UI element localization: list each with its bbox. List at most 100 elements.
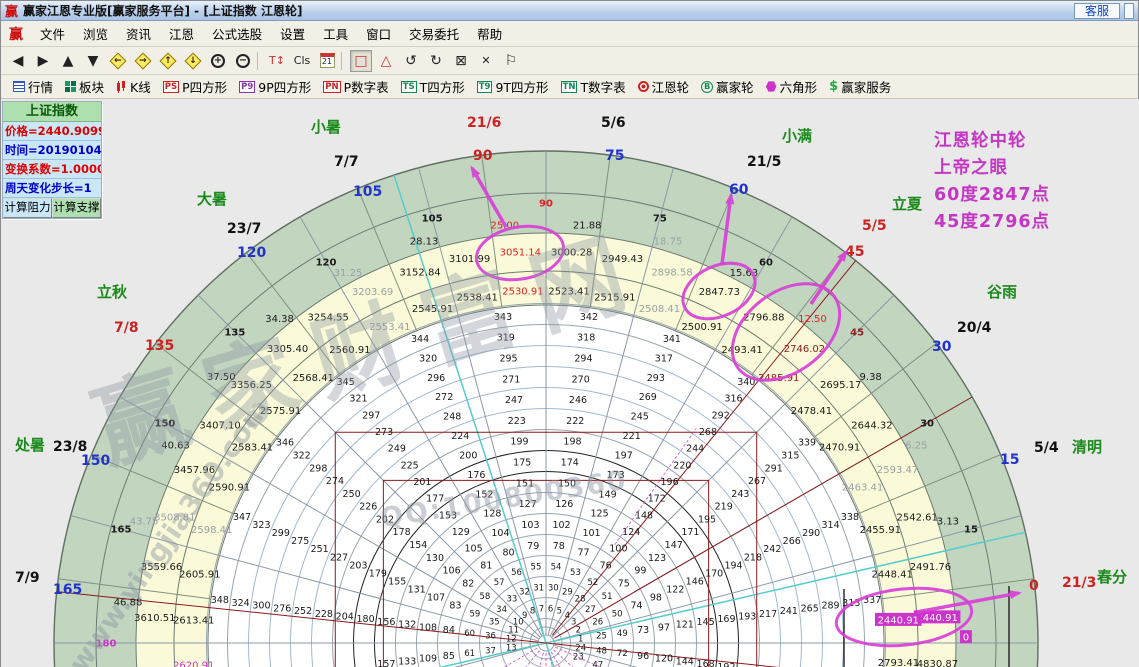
svg-text:175: 175 — [513, 458, 531, 469]
svg-text:81: 81 — [480, 560, 492, 571]
svg-text:179: 179 — [369, 568, 387, 579]
9p-square-view-button[interactable]: P9 9P四方形 — [235, 77, 315, 97]
svg-text:37: 37 — [485, 646, 496, 656]
svg-text:3457.96: 3457.96 — [174, 465, 215, 476]
quotes-view-button[interactable]: 行情 — [9, 77, 57, 97]
partial-button[interactable] — [1124, 2, 1134, 19]
calc-resistance-button[interactable]: 计算阻力 — [3, 198, 52, 218]
cls-button[interactable]: Cls — [291, 50, 313, 72]
9t-square-view-button[interactable]: T9 9T四方形 — [473, 77, 553, 97]
gann-wheel-view-button[interactable]: 江恩轮 — [634, 77, 694, 97]
svg-text:2605.91: 2605.91 — [179, 570, 220, 581]
svg-text:21/5: 21/5 — [747, 154, 781, 170]
t-range-button[interactable]: T↕ — [266, 50, 288, 72]
customer-service-button[interactable]: 客服 — [1073, 2, 1120, 19]
svg-text:26: 26 — [592, 618, 603, 628]
triangle-tool-button[interactable]: △ — [375, 50, 397, 72]
sectors-view-button[interactable]: 板块 — [61, 77, 108, 97]
square-tool-button[interactable]: □ — [350, 49, 372, 72]
svg-text:192: 192 — [717, 662, 735, 667]
winner-service-view-button[interactable]: $ 赢家服务 — [825, 77, 895, 97]
svg-text:130: 130 — [426, 553, 444, 564]
svg-text:2593.47: 2593.47 — [877, 465, 918, 476]
svg-text:339: 339 — [798, 438, 816, 449]
next-button[interactable]: ▶ — [32, 50, 54, 72]
svg-text:291: 291 — [765, 463, 783, 474]
svg-text:5/5: 5/5 — [862, 218, 887, 234]
svg-text:61: 61 — [464, 649, 475, 659]
svg-text:338: 338 — [841, 512, 859, 523]
x-box-button[interactable]: ⊠ — [450, 50, 472, 72]
p-square-view-button[interactable]: PS P四方形 — [159, 77, 231, 97]
rotate-cw-button[interactable]: ↻ — [425, 50, 447, 72]
svg-text:96: 96 — [637, 651, 649, 662]
calc-support-button[interactable]: 计算支撑 — [52, 198, 101, 218]
pin-button[interactable]: ⚐ — [500, 50, 522, 72]
panel-row-2: 时间=20190104 — [3, 141, 101, 160]
rotate-up-button[interactable]: ▲ — [57, 50, 79, 72]
svg-text:169: 169 — [717, 614, 735, 625]
rotate-ccw-button[interactable]: ↺ — [400, 50, 422, 72]
svg-text:2542.61: 2542.61 — [897, 512, 938, 523]
winner-wheel-view-button[interactable]: B 赢家轮 — [697, 77, 758, 97]
svg-text:153: 153 — [439, 510, 457, 521]
menu-item-8[interactable]: 窗口 — [357, 21, 400, 46]
diamond-down-button[interactable]: ↓ — [182, 50, 204, 72]
svg-text:344: 344 — [411, 334, 429, 345]
menu-item-6[interactable]: 设置 — [271, 21, 314, 46]
t-square-view-button[interactable]: TS T四方形 — [397, 77, 469, 97]
svg-text:59: 59 — [469, 610, 480, 620]
svg-text:219: 219 — [715, 502, 733, 513]
svg-text:299: 299 — [272, 528, 290, 539]
svg-text:2523.41: 2523.41 — [548, 286, 589, 297]
hexagon-view-button[interactable]: 六角形 — [762, 77, 822, 97]
svg-text:45: 45 — [845, 244, 864, 260]
svg-text:105: 105 — [422, 213, 443, 224]
menu-item-5[interactable]: 公式选股 — [203, 21, 271, 46]
kline-view-button[interactable]: K线 — [112, 77, 155, 97]
svg-text:清明: 清明 — [1072, 438, 1102, 456]
annotation-line: 上帝之眼 — [934, 158, 1008, 178]
analysis-annotation: 江恩轮中轮 上帝之眼 60度2847点 45度2796点 — [934, 128, 1050, 236]
svg-text:48: 48 — [596, 646, 607, 656]
svg-text:341: 341 — [663, 334, 681, 345]
svg-text:102: 102 — [552, 520, 570, 531]
svg-text:7/8: 7/8 — [114, 320, 139, 336]
menu-item-2[interactable]: 浏览 — [74, 21, 117, 46]
window-title: 赢家江恩专业版[赢家服务平台] - [上证指数 江恩轮] — [23, 4, 303, 18]
svg-text:120: 120 — [655, 654, 673, 665]
menu-item-9[interactable]: 交易委托 — [400, 21, 468, 46]
svg-text:274: 274 — [326, 476, 344, 487]
menu-item-4[interactable]: 江恩 — [160, 21, 203, 46]
svg-text:122: 122 — [666, 584, 684, 595]
svg-text:2898.58: 2898.58 — [651, 267, 692, 278]
svg-text:324: 324 — [232, 598, 250, 609]
svg-text:84: 84 — [443, 625, 455, 636]
svg-text:245: 245 — [631, 412, 649, 423]
svg-text:21/6: 21/6 — [467, 115, 501, 131]
svg-text:73: 73 — [637, 625, 649, 636]
menu-item-10[interactable]: 帮助 — [468, 21, 511, 46]
menu-item-7[interactable]: 工具 — [314, 21, 357, 46]
zoom-out-button[interactable]: − — [232, 50, 254, 72]
calendar-button[interactable]: 21 — [316, 50, 338, 72]
diamond-up-button[interactable]: ↑ — [157, 50, 179, 72]
svg-text:2583.41: 2583.41 — [232, 442, 273, 453]
diamond-right-button[interactable]: → — [132, 50, 154, 72]
rotate-down-button[interactable]: ▼ — [82, 50, 104, 72]
svg-text:2448.41: 2448.41 — [872, 570, 913, 581]
menu-item-1[interactable]: 文件 — [31, 21, 74, 46]
menu-item-3[interactable]: 资讯 — [117, 21, 160, 46]
collapse-button[interactable]: ✕ — [475, 50, 497, 72]
zoom-in-button[interactable]: + — [207, 50, 229, 72]
t-table-view-button[interactable]: TN T数字表 — [557, 77, 630, 97]
svg-text:202: 202 — [376, 514, 394, 525]
svg-text:295: 295 — [499, 353, 517, 364]
p-table-view-button[interactable]: PN P数字表 — [319, 77, 392, 97]
svg-text:176: 176 — [467, 470, 485, 481]
svg-text:51: 51 — [602, 592, 613, 602]
svg-text:30: 30 — [920, 419, 934, 430]
prev-button[interactable]: ◀ — [7, 50, 29, 72]
svg-text:345: 345 — [337, 377, 355, 388]
diamond-left-button[interactable]: ← — [107, 50, 129, 72]
